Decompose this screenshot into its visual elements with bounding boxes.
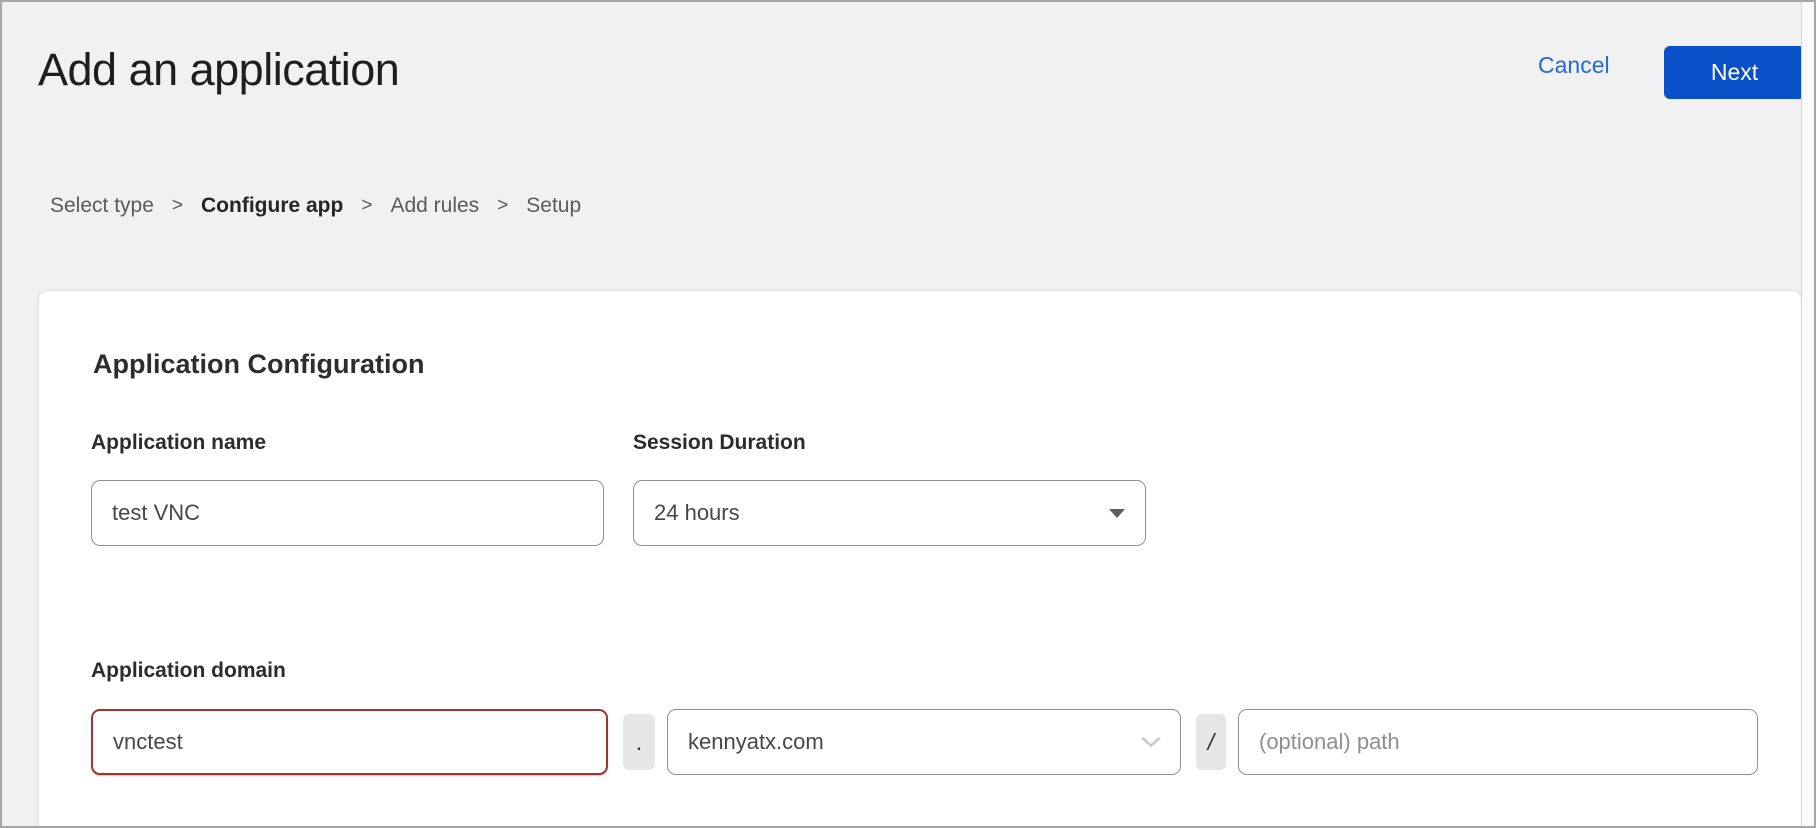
vertical-scrollbar[interactable] xyxy=(1801,2,1814,826)
breadcrumb-step-configure-app[interactable]: Configure app xyxy=(201,194,343,218)
page-title: Add an application xyxy=(38,44,399,96)
session-duration-label: Session Duration xyxy=(633,431,806,455)
dropdown-triangle-icon xyxy=(1107,507,1127,519)
breadcrumb-separator-icon: > xyxy=(172,195,183,217)
breadcrumb-step-setup[interactable]: Setup xyxy=(526,194,581,218)
application-name-input[interactable] xyxy=(91,480,604,546)
domain-slash-separator: / xyxy=(1196,714,1226,770)
session-duration-value: 24 hours xyxy=(654,500,740,526)
application-configuration-card: Application Configuration Application na… xyxy=(38,290,1802,828)
next-button[interactable]: Next xyxy=(1664,46,1805,99)
card-heading: Application Configuration xyxy=(93,349,424,380)
application-domain-label: Application domain xyxy=(91,659,286,683)
chevron-down-icon xyxy=(1140,736,1162,749)
domain-select[interactable]: kennyatx.com xyxy=(667,709,1181,775)
add-application-page: Add an application Cancel Next Select ty… xyxy=(0,0,1816,828)
path-input[interactable] xyxy=(1238,709,1758,775)
subdomain-input[interactable] xyxy=(91,709,608,775)
breadcrumb-step-select-type[interactable]: Select type xyxy=(50,194,154,218)
breadcrumb-separator-icon: > xyxy=(361,195,372,217)
breadcrumb-separator-icon: > xyxy=(497,195,508,217)
breadcrumb: Select type > Configure app > Add rules … xyxy=(50,194,581,218)
session-duration-select[interactable]: 24 hours xyxy=(633,480,1146,546)
cancel-button[interactable]: Cancel xyxy=(1538,52,1610,79)
breadcrumb-step-add-rules[interactable]: Add rules xyxy=(390,194,479,218)
domain-value: kennyatx.com xyxy=(688,729,824,755)
application-name-label: Application name xyxy=(91,431,266,455)
domain-dot-separator: . xyxy=(623,714,655,770)
